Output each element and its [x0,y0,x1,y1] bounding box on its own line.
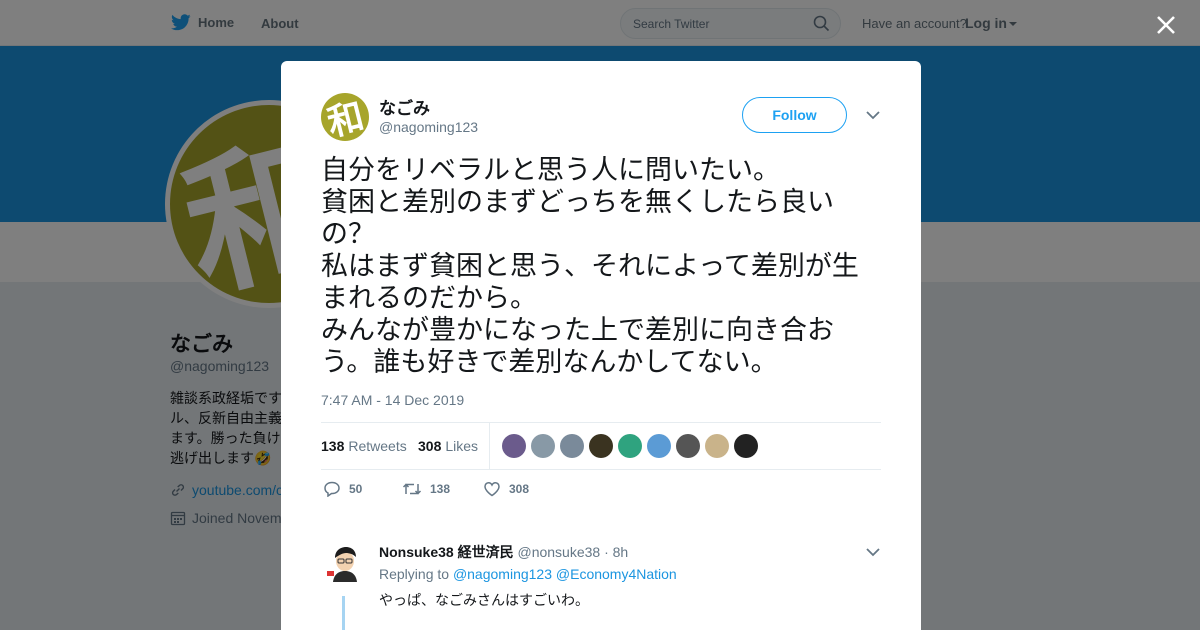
reply-author-avatar[interactable] [323,542,367,586]
liker-avatar[interactable] [589,434,613,458]
avatar-logo-glyph: 和 [323,95,369,141]
liker-avatar[interactable] [734,434,758,458]
tweet-author-avatar[interactable]: 和 [321,93,369,141]
likes-label: Likes [445,438,479,454]
liker-avatar[interactable] [647,434,671,458]
reply-action[interactable]: 50 [323,481,362,497]
retweets-count: 138 [321,438,345,454]
thread-line [342,596,345,630]
likes-stat[interactable]: 308 Likes [418,438,478,454]
reply-tweet[interactable]: Nonsuke38 経世済民 @nonsuke38 · 8h Replying … [321,538,881,630]
liker-avatar[interactable] [531,434,555,458]
replying-to-label: Replying to [379,566,450,582]
reply-icon [324,481,340,497]
reply-author-handle[interactable]: @nonsuke38 [517,544,600,560]
chevron-down-icon[interactable] [865,110,881,120]
heart-icon [484,482,500,497]
mention-link[interactable]: @Economy4Nation [556,566,677,582]
close-icon[interactable] [1153,12,1179,38]
liker-avatar[interactable] [560,434,584,458]
tweet-actions: 50 138 308 [321,481,881,505]
follow-button[interactable]: Follow [742,97,847,133]
retweets-label: Retweets [348,438,407,454]
tweet-stats: 138 Retweets 308 Likes [321,422,881,470]
tweet-text: 自分をリベラルと思う人に問いたい。 貧困と差別のまずどっちを無くしたら良いの？ … [321,155,859,378]
like-action[interactable]: 308 [483,481,529,497]
mention-link[interactable]: @nagoming123 [453,566,552,582]
retweets-stat[interactable]: 138 Retweets [321,438,407,454]
chevron-down-icon[interactable] [865,547,881,557]
stats-divider [489,423,490,469]
retweet-count: 138 [430,482,451,496]
reply-count: 50 [349,482,363,496]
reply-header: Nonsuke38 経世済民 @nonsuke38 · 8h [379,542,628,562]
replying-to: Replying to @nagoming123 @Economy4Nation [379,566,677,582]
tweet-timestamp[interactable]: 7:47 AM - 14 Dec 2019 [321,392,464,408]
liker-avatars [502,434,758,458]
reply-author-name[interactable]: Nonsuke38 経世済民 [379,544,514,560]
like-count: 308 [509,482,530,496]
tweet-author-name[interactable]: なごみ [379,94,430,119]
liker-avatar[interactable] [502,434,526,458]
liker-avatar[interactable] [618,434,642,458]
reply-text: やっぱ、なごみさんはすごいわ。 [379,592,589,608]
reply-time[interactable]: · 8h [604,544,628,560]
liker-avatar[interactable] [676,434,700,458]
likes-count: 308 [418,438,442,454]
tweet-author-handle[interactable]: @nagoming123 [379,119,478,135]
liker-avatar[interactable] [705,434,729,458]
avatar-illustration-icon [323,542,367,586]
tweet-modal: 和 なごみ @nagoming123 Follow 自分をリベラルと思う人に問い… [281,61,921,630]
retweet-action[interactable]: 138 [402,481,450,497]
retweet-icon [402,483,422,495]
